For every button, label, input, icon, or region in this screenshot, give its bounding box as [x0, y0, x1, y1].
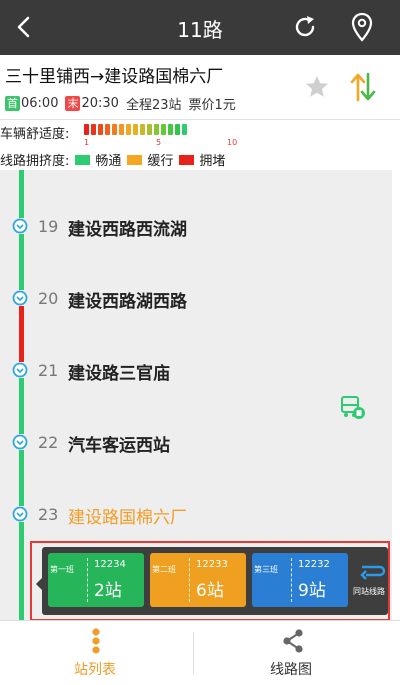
- comfort-scale-cell: [91, 124, 96, 135]
- refresh-icon[interactable]: [290, 12, 320, 42]
- bus-distance: 6站: [196, 581, 224, 601]
- bus-order: 第二班: [152, 565, 176, 574]
- same-line-label: 同站线路: [353, 587, 385, 596]
- comfort-scale-cell: [175, 124, 180, 135]
- first-bus-badge: 首: [5, 96, 20, 111]
- card-separator: [291, 558, 292, 602]
- same-station-lines-button[interactable]: 同站线路: [352, 560, 392, 608]
- station-node-icon: [12, 362, 28, 378]
- bus-card-second[interactable]: 第二班 12233 6站: [150, 553, 246, 607]
- legend-label-jam: 拥堵: [199, 154, 226, 169]
- tab-station-list[interactable]: 站列表: [0, 621, 190, 685]
- comfort-scale-cell: [161, 124, 166, 135]
- bus-plate: 12233: [196, 559, 228, 570]
- congestion-label: 线路拥挤度:: [0, 154, 70, 169]
- bus-card-first[interactable]: 第一班 12234 2站: [48, 553, 144, 607]
- station-item[interactable]: 21 建设路三官庙: [0, 355, 392, 385]
- comfort-label: 车辆舒适度:: [0, 127, 70, 142]
- station-item[interactable]: 20 建设西路湖西路: [0, 283, 392, 313]
- station-node-icon: [12, 506, 28, 522]
- station-number: 21: [38, 361, 59, 380]
- comfort-scale-cell: [140, 124, 145, 135]
- route-segment: [19, 234, 24, 290]
- station-node-icon: [12, 434, 28, 450]
- bus-position-icon[interactable]: [338, 395, 366, 421]
- route-segment: [19, 306, 24, 362]
- station-number: 23: [38, 505, 59, 524]
- station-node-icon: [12, 290, 28, 306]
- comfort-scale-cell: [133, 124, 138, 135]
- station-name: 建设西路湖西路: [68, 292, 187, 312]
- route-meta: 首 06:00 末 20:30 全程23站 票价1元: [5, 94, 236, 113]
- bottom-tab-bar: 站列表 线路图: [0, 620, 400, 685]
- comfort-scale-cell: [105, 124, 110, 135]
- comfort-scale-cell: [168, 124, 173, 135]
- station-name: 汽车客运西站: [68, 436, 170, 456]
- location-pin-icon[interactable]: [347, 11, 377, 43]
- station-name: 建设西路西流湖: [68, 220, 187, 240]
- share-network-icon: [283, 629, 303, 653]
- card-separator: [87, 558, 88, 602]
- bus-order: 第三班: [254, 565, 278, 574]
- page-title: 11路: [177, 18, 223, 42]
- last-bus-badge: 末: [65, 96, 81, 111]
- transfer-icon: [360, 565, 386, 580]
- station-item[interactable]: 19 建设西路西流湖: [0, 211, 392, 241]
- tab-route-map[interactable]: 线路图: [196, 621, 386, 685]
- comfort-scale-cell: [154, 124, 159, 135]
- bus-card-third[interactable]: 第三班 12232 9站: [252, 553, 348, 607]
- comfort-scale-cell: [147, 124, 152, 135]
- comfort-scale-cell: [119, 124, 124, 135]
- comfort-scale-bar: [84, 124, 189, 135]
- legend-swatch-slow: [127, 154, 143, 165]
- top-bar: 11路: [0, 0, 400, 55]
- tab-label: 线路图: [270, 662, 312, 678]
- station-item-current[interactable]: 23 建设路国棉六厂: [0, 499, 392, 529]
- comfort-scale-cell: [182, 124, 187, 135]
- first-bus-time: 06:00: [21, 96, 59, 111]
- comfort-scale-mid: 5: [156, 138, 162, 147]
- station-number: 19: [38, 217, 59, 236]
- comfort-scale-min: 1: [84, 138, 90, 147]
- app-root: 11路 三十里铺西→建设路国棉六厂 首 06:00 末 20:30 全程23站 …: [0, 0, 400, 685]
- station-item[interactable]: 22 汽车客运西站: [0, 427, 392, 457]
- station-number: 22: [38, 433, 59, 452]
- legend-swatch-smooth: [75, 154, 91, 165]
- station-name: 建设路三官庙: [68, 364, 170, 384]
- swap-direction-icon[interactable]: [348, 70, 378, 104]
- bus-distance: 9站: [298, 581, 326, 601]
- last-bus-time: 20:30: [81, 96, 119, 111]
- route-segment: [19, 522, 24, 620]
- station-node-icon: [12, 218, 28, 234]
- total-stops: 全程23站: [125, 98, 182, 113]
- route-direction: 三十里铺西→建设路国棉六厂: [5, 67, 224, 87]
- route-segment: [19, 378, 24, 434]
- card-separator: [189, 558, 190, 602]
- legend-label-smooth: 畅通: [95, 154, 122, 169]
- divider: [0, 119, 400, 120]
- comfort-scale-cell: [126, 124, 131, 135]
- bus-plate: 12232: [298, 559, 330, 570]
- comfort-scale-max: 10: [227, 138, 238, 147]
- legend-label-slow: 缓行: [147, 154, 174, 169]
- station-number: 20: [38, 289, 59, 308]
- route-segment: [19, 450, 24, 506]
- fare: 票价1元: [188, 98, 236, 113]
- bus-plate: 12234: [94, 559, 126, 570]
- station-name: 建设路国棉六厂: [68, 508, 187, 528]
- comfort-scale-cell: [112, 124, 117, 135]
- bus-order: 第一班: [50, 565, 74, 574]
- legend-swatch-jam: [179, 154, 195, 165]
- tab-divider: [193, 632, 194, 674]
- tab-label: 站列表: [74, 662, 116, 678]
- congestion-legend: 线路拥挤度: 畅通 缓行 拥堵: [0, 150, 225, 169]
- bus-distance: 2站: [94, 581, 122, 601]
- dots-vertical-icon: [92, 628, 100, 654]
- comfort-scale-cell: [84, 124, 89, 135]
- favorite-star-icon[interactable]: [304, 74, 330, 100]
- comfort-scale-cell: [98, 124, 103, 135]
